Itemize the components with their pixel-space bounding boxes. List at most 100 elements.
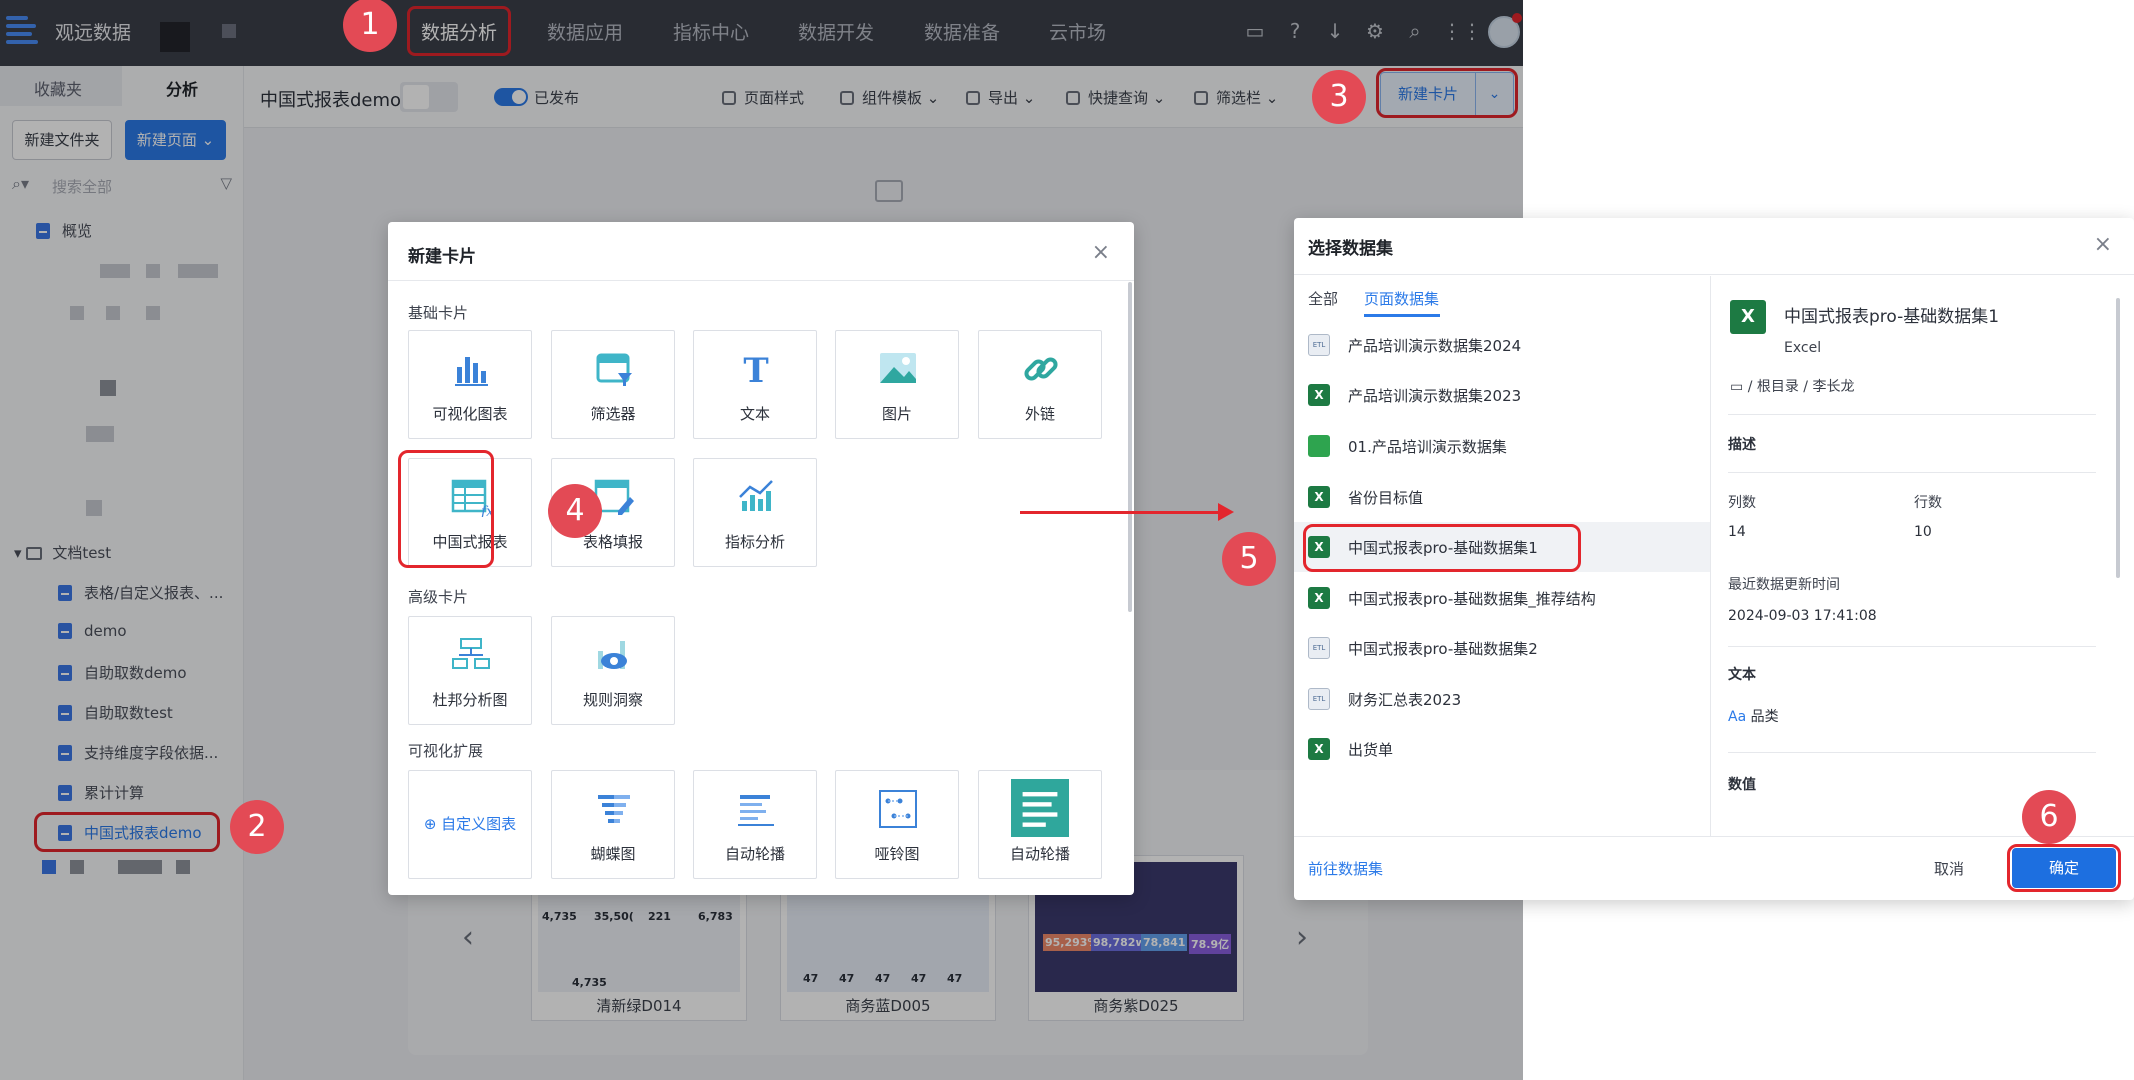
card-rule-insight[interactable]: 规则洞察: [551, 616, 675, 725]
dialog-title: 选择数据集: [1308, 239, 1393, 259]
goto-dataset-link[interactable]: 前往数据集: [1308, 858, 1383, 879]
card-auto-carousel-2[interactable]: 自动轮播: [978, 770, 1102, 879]
dataset-item[interactable]: X 中国式报表pro-基础数据集_推荐结构: [1294, 573, 1710, 623]
detail-text-field: Aa 品类: [1728, 706, 1779, 726]
card-label: 外链: [1024, 405, 1055, 423]
dataset-name: 产品培训演示数据集2024: [1348, 337, 1522, 355]
card-visual-chart[interactable]: 可视化图表: [408, 330, 532, 439]
card-butterfly[interactable]: 蝴蝶图: [551, 770, 675, 879]
detail-scrollbar[interactable]: [2116, 298, 2120, 578]
dataset-item[interactable]: X 省份目标值: [1294, 472, 1710, 522]
step-marker-1: 1: [343, 0, 397, 52]
excel-icon: X: [1308, 738, 1330, 760]
step-marker-5: 5: [1222, 532, 1276, 586]
new-card-dialog: 新建卡片 × 基础卡片 可视化图表 筛选器 T 文本 图片 外链 fx 中国式报…: [388, 222, 1134, 895]
dataset-item[interactable]: ETL 产品培训演示数据集2024: [1294, 320, 1710, 370]
etl-icon: ETL: [1308, 688, 1330, 710]
dumbbell-chart-icon: [879, 790, 917, 828]
card-label: 自动轮播: [724, 845, 785, 863]
close-icon[interactable]: ×: [1092, 240, 1110, 265]
dataset-item[interactable]: X 出货单: [1294, 724, 1710, 774]
cancel-button[interactable]: 取消: [1934, 858, 1964, 879]
section-extensions: 可视化扩展: [408, 742, 484, 760]
flow-arrow-icon: [1020, 503, 1234, 521]
detail-path: ▭ / 根目录 / 李长龙: [1730, 376, 1854, 396]
dataset-name: 产品培训演示数据集2023: [1348, 387, 1522, 405]
divider: [1294, 836, 2134, 837]
tab-page-datasets[interactable]: 页面数据集: [1364, 288, 1439, 309]
card-label: 杜邦分析图: [432, 691, 508, 709]
text-icon: T: [743, 351, 768, 389]
divider: [1728, 646, 2096, 647]
dialog-title: 新建卡片: [408, 247, 476, 267]
divider: [388, 280, 1134, 281]
close-icon[interactable]: ×: [2094, 232, 2112, 257]
carousel-list-icon: [738, 795, 774, 826]
highlight-box-card: [398, 450, 494, 568]
calendar-filter-icon: [596, 353, 632, 386]
image-icon: [880, 353, 916, 383]
card-dumbbell[interactable]: 哑铃图: [835, 770, 959, 879]
detail-rows: 10: [1914, 524, 1932, 540]
card-image[interactable]: 图片: [835, 330, 959, 439]
detail-text-field-name: 品类: [1750, 709, 1779, 725]
tab-all[interactable]: 全部: [1308, 288, 1338, 309]
tab-underline: [1364, 314, 1440, 317]
card-label: 哑铃图: [874, 845, 920, 863]
highlight-box-dataset: [1303, 524, 1581, 572]
dataset-name: 01.产品培训演示数据集: [1348, 438, 1507, 456]
card-filter[interactable]: 筛选器: [551, 330, 675, 439]
card-label: 规则洞察: [582, 691, 643, 709]
dialog-scrollbar[interactable]: [1128, 282, 1132, 612]
step-marker-6: 6: [2022, 790, 2076, 844]
eye-chart-icon: [598, 641, 627, 669]
detail-updated: 2024-09-03 17:41:08: [1728, 608, 1877, 624]
link-icon: [1024, 357, 1058, 381]
divider: [1728, 752, 2096, 753]
detail-desc-label: 描述: [1728, 437, 1756, 453]
card-link[interactable]: 外链: [978, 330, 1102, 439]
custom-chart-label: ⊕ 自定义图表: [409, 813, 531, 834]
detail-num-label: 数值: [1728, 777, 1756, 793]
trend-chart-icon: [739, 480, 773, 511]
custom-chart-text: 自定义图表: [441, 815, 517, 833]
dataset-item[interactable]: ETL 中国式报表pro-基础数据集2: [1294, 623, 1710, 673]
plus-circle-icon: ⊕: [423, 815, 442, 833]
card-custom-chart[interactable]: ⊕ 自定义图表: [408, 770, 532, 879]
card-metric-analysis[interactable]: 指标分析: [693, 458, 817, 567]
excel-icon: X: [1308, 384, 1330, 406]
dataset-item[interactable]: 01.产品培训演示数据集: [1294, 421, 1710, 471]
card-text[interactable]: T 文本: [693, 330, 817, 439]
detail-name: 中国式报表pro-基础数据集1: [1784, 307, 2000, 327]
sheet-icon: [1308, 435, 1330, 457]
divider: [1294, 274, 2134, 275]
carousel-text-icon: [1011, 779, 1069, 837]
divider: [1728, 472, 2096, 473]
section-basic: 基础卡片: [408, 304, 469, 322]
excel-icon: X: [1308, 486, 1330, 508]
card-label: 蝴蝶图: [590, 845, 636, 863]
card-auto-carousel[interactable]: 自动轮播: [693, 770, 817, 879]
section-advanced: 高级卡片: [408, 588, 469, 606]
select-dataset-dialog: 选择数据集 × 全部 页面数据集 ETL 产品培训演示数据集2024 X 产品培训演…: [1294, 218, 2134, 900]
step-marker-4: 4: [548, 484, 602, 538]
etl-icon: ETL: [1308, 334, 1330, 356]
card-label: 筛选器: [590, 405, 636, 423]
card-label: 自动轮播: [1009, 845, 1070, 863]
dataset-item[interactable]: X 产品培训演示数据集2023: [1294, 370, 1710, 420]
detail-updated-label: 最近数据更新时间: [1728, 577, 1840, 593]
dataset-name: 出货单: [1348, 741, 1394, 759]
highlight-box-confirm: [2007, 844, 2121, 892]
divider: [1710, 276, 1711, 836]
card-label: 图片: [881, 405, 912, 423]
dataset-item[interactable]: ETL 财务汇总表2023: [1294, 674, 1710, 724]
dataset-name: 省份目标值: [1348, 489, 1424, 507]
detail-kind: Excel: [1784, 340, 1822, 356]
svg-text:T: T: [743, 351, 768, 389]
folder-icon: ▭: [1730, 379, 1748, 395]
bar-chart-icon: [455, 357, 488, 386]
card-label: 可视化图表: [432, 405, 508, 423]
detail-cols-label: 列数: [1728, 495, 1756, 511]
dataset-name: 财务汇总表2023: [1348, 691, 1462, 709]
card-dupont[interactable]: 杜邦分析图: [408, 616, 532, 725]
